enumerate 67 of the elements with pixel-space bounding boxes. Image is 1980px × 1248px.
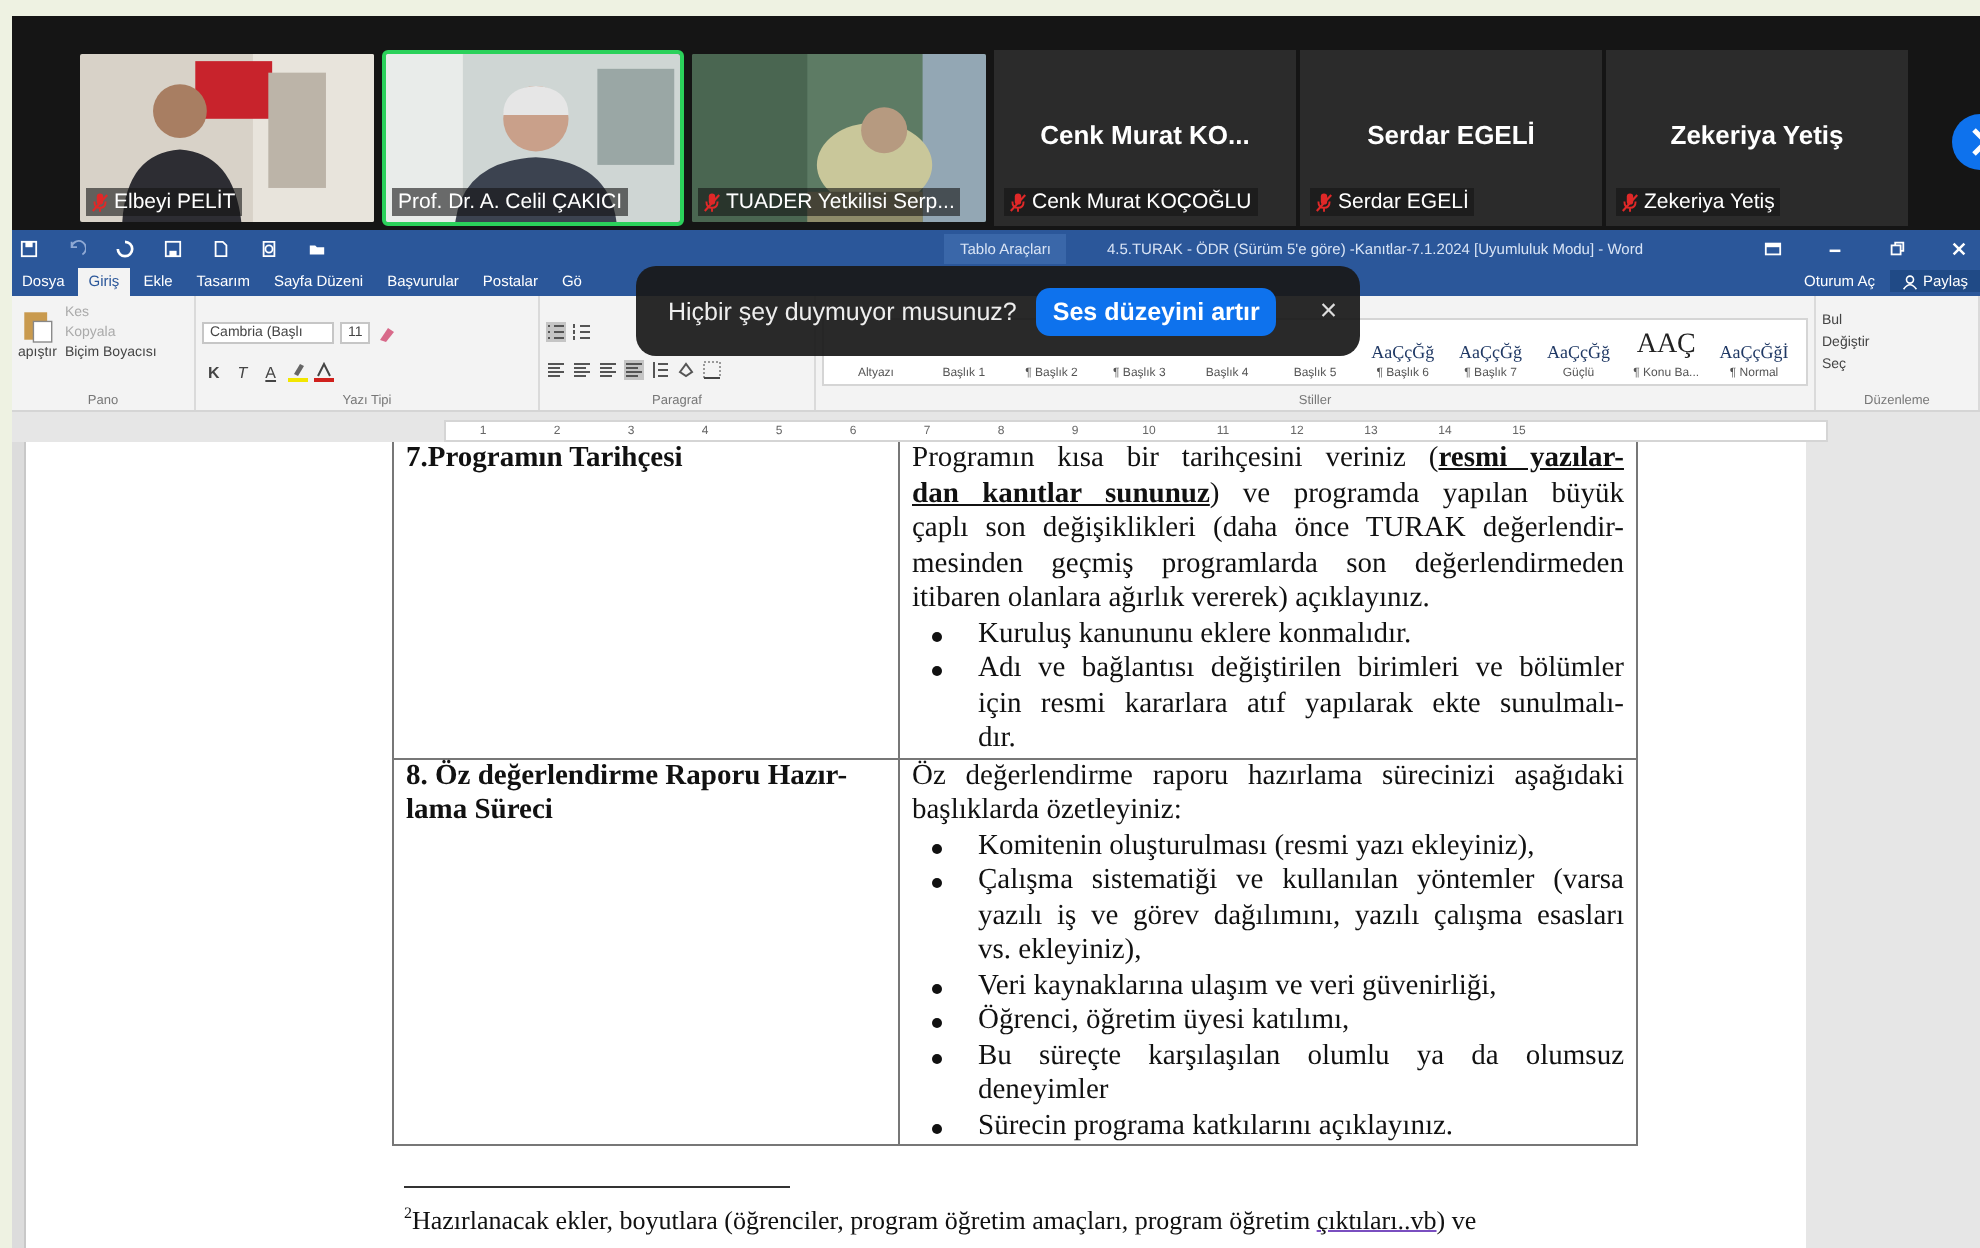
notification-message: Hiçbir şey duymuyor musunuz? bbox=[668, 297, 1017, 325]
participant-name: Prof. Dr. A. Celil ÇAKICI bbox=[392, 188, 629, 216]
align-icon[interactable] bbox=[624, 360, 644, 380]
bullet-list-icon[interactable] bbox=[546, 322, 566, 342]
participant-name: Elbeyi PELİT bbox=[86, 188, 242, 216]
bold-button[interactable]: K bbox=[202, 363, 226, 381]
bullet-text: Kuruluş kanununu eklere konmalıdır. bbox=[978, 617, 1414, 652]
participant-title: Serdar EGELİ bbox=[1365, 120, 1537, 150]
footnote-text: $^{2}$Hazırlanacak ekler, boyutlara (öğrenciler, program öğretim amaçları, program öğretim çıktıları..vb) ve bbox=[404, 1202, 1479, 1235]
shading-icon[interactable] bbox=[676, 360, 696, 380]
bullet-text: Sürecin programa katkılarını açıklayınız. bbox=[978, 1109, 1456, 1144]
clipboard-icon bbox=[21, 306, 54, 346]
increase-volume-button[interactable]: Ses düzeyini artır bbox=[1036, 287, 1276, 335]
font-color-icon[interactable] bbox=[314, 362, 335, 382]
bullet-icon bbox=[932, 983, 942, 993]
folder-icon[interactable] bbox=[308, 239, 326, 257]
participant-name: Zekeriya Yetiş bbox=[1616, 188, 1781, 216]
align-icon[interactable] bbox=[546, 360, 566, 380]
ribbon-display-icon[interactable] bbox=[1764, 239, 1782, 257]
bullet-icon bbox=[932, 843, 942, 853]
participant-title: Zekeriya Yetiş bbox=[1668, 120, 1846, 150]
participant-tile[interactable]: Zekeriya Yetiş Zekeriya Yetiş bbox=[1606, 50, 1908, 226]
participant-title: Cenk Murat KO... bbox=[1038, 120, 1252, 150]
row-heading: 8. Öz değerlendirme Raporu Hazır- lama Süreci bbox=[406, 759, 850, 829]
participant-name: TUADER Yetkilisi Serp... bbox=[698, 188, 961, 216]
participant-name: Serdar EGELİ bbox=[1310, 188, 1475, 216]
bullet-icon bbox=[932, 1018, 942, 1028]
bullet-icon bbox=[932, 1053, 942, 1063]
video-tile[interactable]: TUADER Yetkilisi Serp... bbox=[688, 50, 990, 226]
underline-button[interactable]: A bbox=[259, 363, 283, 381]
bullet-text: Veri kaynaklarına ulaşım ve veri güvenirliği, bbox=[978, 969, 1499, 1004]
clear-format-icon[interactable] bbox=[376, 323, 397, 343]
footnote-link[interactable]: çıktıları..vb bbox=[1316, 1204, 1437, 1235]
bullet-icon bbox=[932, 631, 942, 641]
highlight-icon[interactable] bbox=[288, 362, 309, 382]
align-icon[interactable] bbox=[598, 360, 618, 380]
line-spacing-icon[interactable] bbox=[650, 360, 670, 380]
bullet-text: Komitenin oluşturulması (resmi yazı ekleyiniz), bbox=[978, 829, 1537, 864]
bullet-text: Adı ve bağlantısı değiştirilen birimleri ve bölümler için resmi kararlara atıf yapılarak ekte sunulmalı- dır. bbox=[978, 652, 1624, 757]
close-button[interactable]: × bbox=[1307, 292, 1350, 330]
borders-icon[interactable] bbox=[702, 360, 722, 380]
participant-tile[interactable]: Serdar EGELİ Serdar EGELİ bbox=[1300, 50, 1602, 226]
italic-button[interactable]: T bbox=[231, 363, 254, 381]
instruction-paragraph: Öz değerlendirme raporu hazırlama sürecinizi aşağıdaki başlıklarda özetleyiniz: bbox=[912, 759, 1624, 829]
participant-tile[interactable]: Cenk Murat KO... Cenk Murat KOÇOĞLU bbox=[994, 50, 1296, 226]
bullet-text: Bu süreçte karşılaşılan olumlu ya da olumsuz deneyimler bbox=[978, 1039, 1624, 1109]
close-icon[interactable] bbox=[1950, 239, 1968, 257]
bullet-icon bbox=[932, 1123, 942, 1133]
video-tile[interactable]: Elbeyi PELİT bbox=[76, 50, 378, 226]
save-icon[interactable] bbox=[164, 239, 182, 257]
bullet-text: Öğrenci, öğretim üyesi katılımı, bbox=[978, 1004, 1352, 1039]
bullet-text: Çalışma sistematiği ve kullanılan yöntemler (varsa yazılı iş ve görev dağılımını, yazılı çalışma esasları vs. ekleyiniz), bbox=[978, 864, 1624, 969]
bullet-icon bbox=[932, 666, 942, 676]
participant-name: Cenk Murat KOÇOĞLU bbox=[1004, 188, 1258, 216]
save-icon[interactable] bbox=[20, 239, 38, 257]
numbered-list-icon[interactable] bbox=[572, 322, 592, 342]
row-heading: 7.Programın Tarihçesi bbox=[406, 442, 685, 477]
person-icon bbox=[1902, 273, 1919, 289]
bullet-icon bbox=[932, 878, 942, 888]
redo-icon[interactable] bbox=[116, 239, 134, 257]
align-icon[interactable] bbox=[572, 360, 592, 380]
video-tile[interactable]: Prof. Dr. A. Celil ÇAKICI bbox=[382, 50, 684, 226]
restore-icon[interactable] bbox=[1888, 239, 1906, 257]
print-preview-icon[interactable] bbox=[260, 239, 278, 257]
undo-icon[interactable] bbox=[68, 239, 86, 257]
instruction-paragraph: Programın kısa bir tarihçesini veriniz (resmi yazılar- dan kanıtlar sununuz) ve programda yapılan büyük çaplı son değişiklikleri (daha önce TURAK değerlendir- mesinden geçmiş programlarda son değerlendirmeden itibaren olanlara ağırlık vererek) açıklayınız. bbox=[912, 442, 1624, 617]
new-document-icon[interactable] bbox=[212, 239, 230, 257]
